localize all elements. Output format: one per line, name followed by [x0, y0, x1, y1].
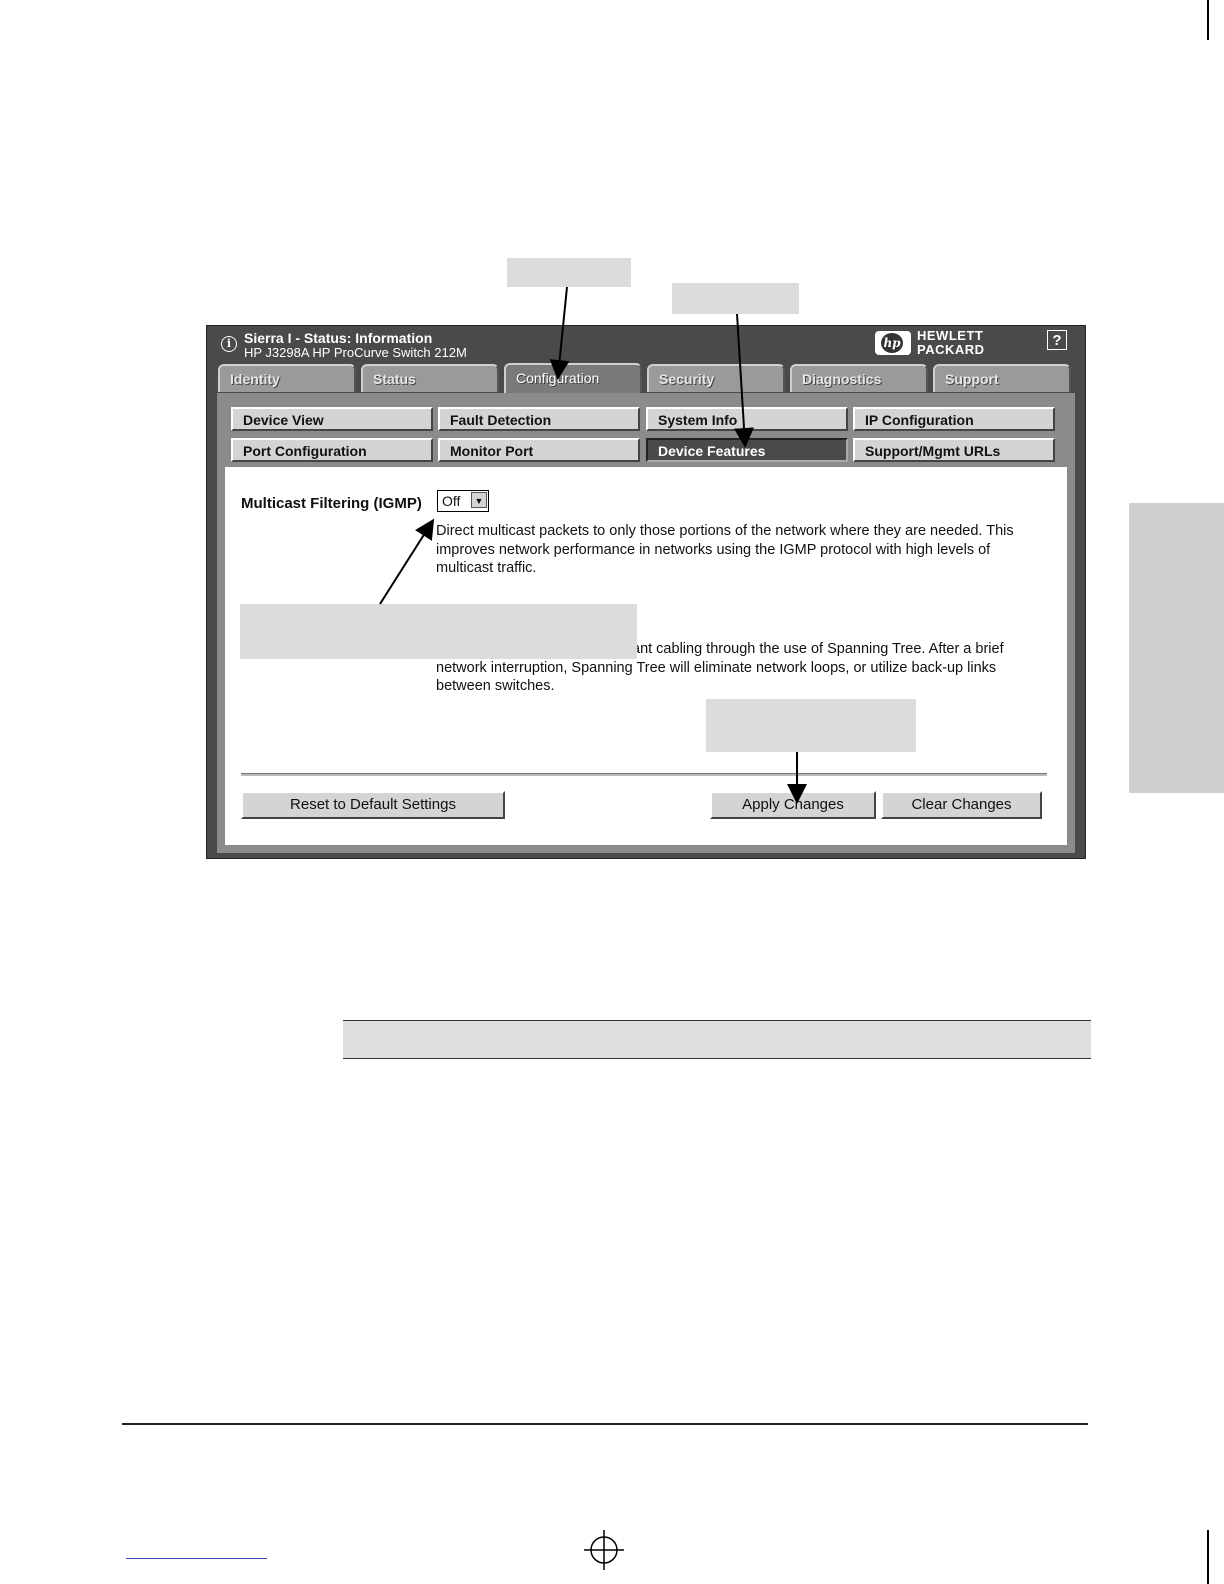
footer-link-underline: [126, 1558, 267, 1559]
registration-mark-icon: [584, 1530, 624, 1570]
footer-rule: [122, 1423, 1088, 1425]
callout-arrows: [379, 286, 807, 804]
note-band: [343, 1020, 1091, 1059]
